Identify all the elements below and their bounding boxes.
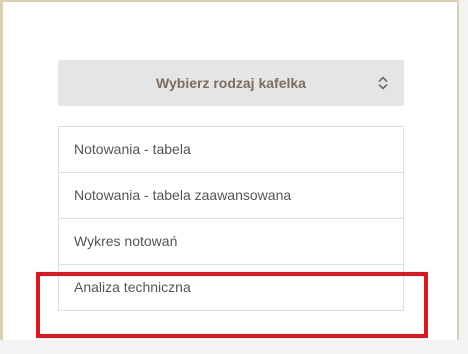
list-item-notowania-tabela-zaawansowana[interactable]: Notowania - tabela zaawansowana xyxy=(59,172,403,218)
tile-type-list: Notowania - tabela Notowania - tabela za… xyxy=(58,126,404,311)
list-item-notowania-tabela[interactable]: Notowania - tabela xyxy=(59,127,403,172)
tile-type-select-label: Wybierz rodzaj kafelka xyxy=(156,75,306,91)
list-item-analiza-techniczna[interactable]: Analiza techniczna xyxy=(59,264,403,310)
tile-config-panel: Wybierz rodzaj kafelka Notowania - tabel… xyxy=(0,0,459,340)
list-item-wykres-notowan[interactable]: Wykres notowań xyxy=(59,218,403,264)
chevron-up-down-icon xyxy=(378,74,388,92)
page-background-strip xyxy=(0,340,468,354)
tile-type-select[interactable]: Wybierz rodzaj kafelka xyxy=(58,60,404,106)
